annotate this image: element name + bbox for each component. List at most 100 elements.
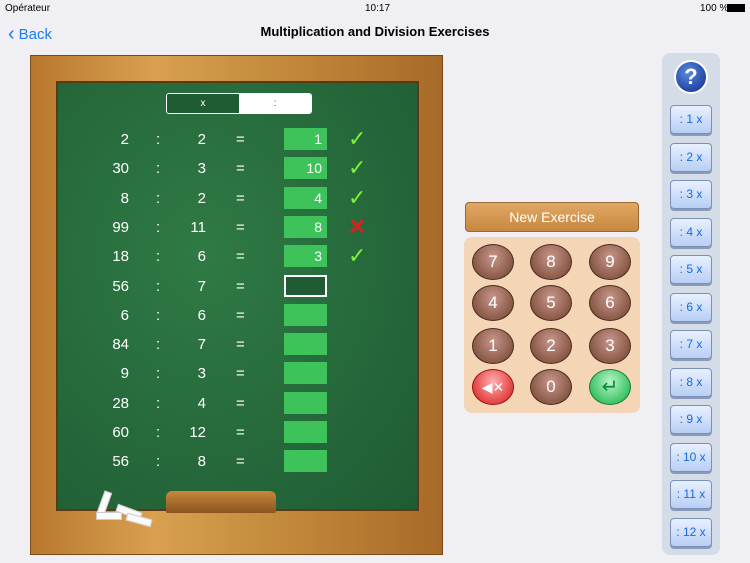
operand-b: 4	[197, 394, 206, 412]
operand-b: 3	[197, 365, 206, 383]
chalkboard-frame: x : 2 : 2 = 1 ✓ 30 : 3 = 10 ✓ 8 : 2 = 4 ✓ 99 :…	[30, 55, 443, 555]
operator: :	[156, 306, 161, 324]
table-button[interactable]: : 12 x	[670, 517, 712, 547]
exercise-row: 18 : 6 = 3 ✓	[58, 245, 421, 269]
table-button[interactable]: : 5 x	[670, 255, 712, 284]
battery-icon	[727, 4, 745, 12]
operand-a: 99	[112, 218, 129, 236]
operand-a: 9	[120, 365, 129, 383]
answer-field[interactable]: 10	[284, 157, 327, 180]
operand-b: 3	[197, 160, 206, 178]
key-8[interactable]: 8	[530, 244, 572, 280]
operator: :	[156, 160, 161, 178]
key-0[interactable]: 0	[530, 369, 572, 405]
operator: :	[156, 277, 161, 295]
operand-b: 7	[197, 277, 206, 295]
exercise-row: 84 : 7 =	[58, 333, 421, 357]
operand-a: 18	[112, 248, 129, 266]
equals: =	[236, 131, 245, 148]
answer-field[interactable]	[284, 303, 327, 326]
toggle-multiply[interactable]: x	[167, 94, 239, 113]
chalk-pieces	[86, 490, 156, 528]
enter-key[interactable]: ↵	[589, 369, 631, 405]
key-4[interactable]: 4	[472, 285, 514, 321]
key-7[interactable]: 7	[472, 244, 514, 280]
operand-b: 8	[197, 453, 206, 471]
operand-a: 56	[112, 453, 129, 471]
exercise-row: 56 : 8 =	[58, 450, 421, 474]
exercise-row: 9 : 3 =	[58, 362, 421, 386]
check-icon: ✓	[348, 184, 367, 210]
enter-icon: ↵	[601, 376, 619, 398]
answer-field[interactable]: 1	[284, 128, 327, 150]
key-3[interactable]: 3	[589, 328, 631, 364]
operation-toggle: x :	[166, 93, 312, 114]
delete-key[interactable]: ◀✕	[472, 369, 514, 405]
keypad: 7 8 9 4 5 6 1 2 3 ◀✕ 0 ↵	[464, 237, 640, 413]
exercise-row: 99 : 11 = 8 ✕	[58, 213, 421, 240]
operator: :	[156, 424, 161, 441]
table-button[interactable]: : 10 x	[670, 442, 712, 472]
answer-field[interactable]: 4	[284, 186, 327, 209]
cross-icon: ✕	[348, 213, 367, 239]
clock: 10:17	[365, 3, 391, 14]
key-2[interactable]: 2	[530, 328, 572, 364]
answer-field[interactable]	[284, 274, 327, 297]
key-1[interactable]: 1	[472, 328, 514, 364]
key-6[interactable]: 6	[589, 285, 631, 321]
equals: =	[236, 336, 245, 354]
equals: =	[236, 218, 245, 236]
operator: :	[156, 365, 161, 383]
operand-a: 60	[112, 424, 129, 441]
operand-b: 6	[197, 306, 206, 324]
equals: =	[236, 248, 245, 266]
check-icon: ✓	[348, 155, 367, 181]
table-button[interactable]: : 7 x	[670, 330, 712, 359]
exercise-row: 2 : 2 = 1 ✓	[58, 128, 421, 152]
table-button[interactable]: : 1 x	[670, 105, 712, 134]
operator: :	[156, 248, 161, 266]
table-button[interactable]: : 6 x	[670, 292, 712, 322]
operand-a: 2	[120, 131, 129, 148]
answer-field[interactable]	[284, 450, 327, 473]
battery: 100 %	[700, 3, 729, 14]
help-icon[interactable]: ?	[674, 60, 708, 94]
equals: =	[236, 424, 245, 441]
table-button[interactable]: : 2 x	[670, 142, 712, 172]
operand-b: 12	[189, 424, 206, 441]
equals: =	[236, 365, 245, 383]
key-5[interactable]: 5	[530, 285, 572, 321]
operand-a: 84	[112, 336, 129, 354]
toggle-divide[interactable]: :	[239, 94, 311, 113]
table-button[interactable]: : 8 x	[670, 367, 712, 397]
exercise-row: 30 : 3 = 10 ✓	[58, 157, 421, 181]
table-button[interactable]: : 3 x	[670, 180, 712, 209]
exercise-row: 8 : 2 = 4 ✓	[58, 184, 421, 211]
table-button[interactable]: : 11 x	[670, 480, 712, 509]
table-sidebar: ? : 1 x : 2 x : 3 x : 4 x : 5 x : 6 x : 7 x : 8…	[662, 53, 720, 555]
table-button[interactable]: : 9 x	[670, 405, 712, 434]
equals: =	[236, 394, 245, 412]
key-9[interactable]: 9	[589, 244, 631, 280]
exercise-row: 56 : 7 =	[58, 274, 421, 299]
operand-b: 7	[197, 336, 206, 354]
operand-b: 2	[197, 189, 206, 207]
answer-field[interactable]	[284, 362, 327, 385]
answer-field[interactable]: 3	[284, 245, 327, 268]
table-button[interactable]: : 4 x	[670, 217, 712, 247]
operand-a: 28	[112, 394, 129, 412]
operand-b: 2	[197, 131, 206, 148]
eraser	[166, 491, 276, 513]
equals: =	[236, 189, 245, 207]
answer-field[interactable]	[284, 333, 327, 356]
operator: :	[156, 336, 161, 354]
page-title: Multiplication and Division Exercises	[260, 24, 490, 39]
equals: =	[236, 160, 245, 178]
answer-field[interactable]	[284, 391, 327, 414]
new-exercise-button[interactable]: New Exercise	[465, 202, 639, 232]
answer-field[interactable]	[284, 421, 327, 443]
equals: =	[236, 306, 245, 324]
answer-field[interactable]: 8	[284, 215, 327, 238]
nav-bar: ‹ Back Multiplication and Division Exerci…	[0, 16, 750, 48]
operator: :	[156, 218, 161, 236]
